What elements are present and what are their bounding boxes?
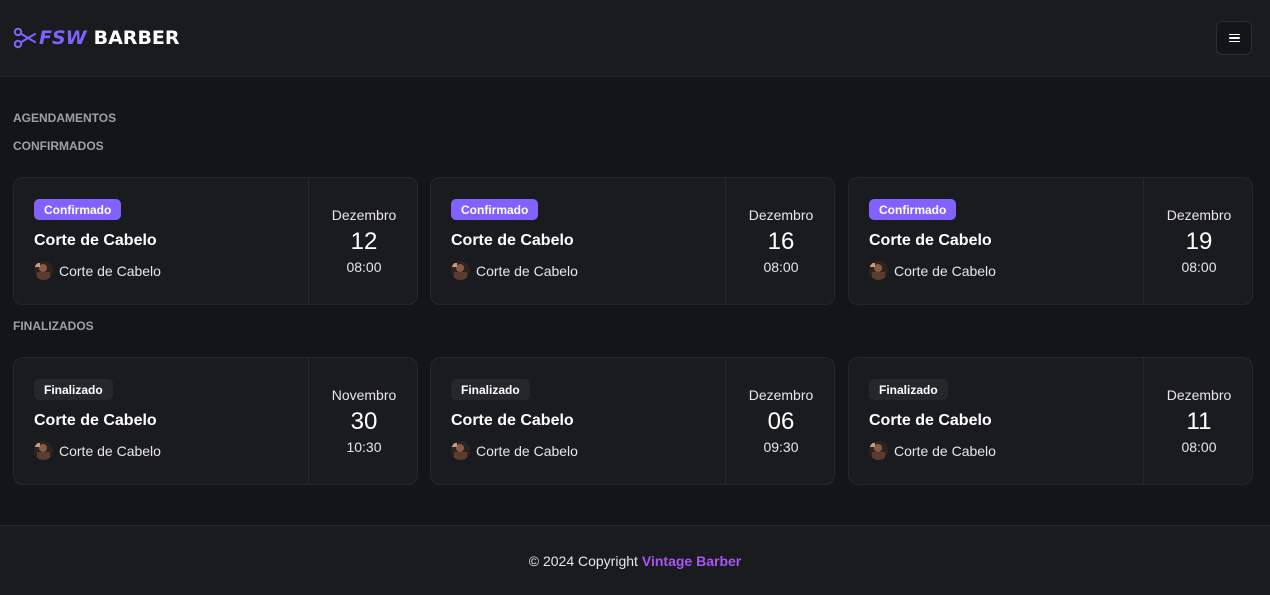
- status-badge: Confirmado: [451, 199, 539, 220]
- booking-month: Novembro: [331, 387, 397, 403]
- logo[interactable]: FSW BARBER: [13, 26, 180, 50]
- booking-month: Dezembro: [748, 207, 814, 223]
- footer: © 2024 Copyright Vintage Barber: [0, 525, 1270, 595]
- booking-card[interactable]: Confirmado Corte de Cabelo Corte de Cabe…: [848, 177, 1253, 305]
- booking-time: 08:00: [1181, 439, 1217, 455]
- barbershop-name: Corte de Cabelo: [476, 442, 578, 459]
- booking-month: Dezembro: [331, 207, 397, 223]
- booking-day: 19: [1185, 228, 1213, 255]
- booking-card[interactable]: Finalizado Corte de Cabelo Corte de Cabe…: [13, 357, 418, 485]
- booking-day: 11: [1186, 408, 1212, 435]
- barbershop-name: Corte de Cabelo: [476, 262, 578, 279]
- booking-day: 12: [350, 228, 378, 255]
- logo-fsw-text: FSW: [39, 27, 87, 49]
- booking-card[interactable]: Finalizado Corte de Cabelo Corte de Cabe…: [430, 357, 835, 485]
- booking-card[interactable]: Confirmado Corte de Cabelo Corte de Cabe…: [13, 177, 418, 305]
- barbershop-name: Corte de Cabelo: [894, 442, 996, 459]
- status-badge: Confirmado: [34, 199, 122, 220]
- booking-day: 30: [350, 408, 378, 435]
- booking-day: 16: [767, 228, 795, 255]
- booking-month: Dezembro: [1166, 207, 1232, 223]
- finished-section-title: FINALIZADOS: [13, 319, 94, 333]
- booking-time: 10:30: [346, 439, 382, 455]
- status-badge: Finalizado: [869, 379, 948, 400]
- status-badge: Confirmado: [869, 199, 957, 220]
- barbershop-name: Corte de Cabelo: [894, 262, 996, 279]
- confirmed-section-title: CONFIRMADOS: [13, 139, 104, 153]
- service-name: Corte de Cabelo: [451, 412, 574, 429]
- status-badge: Finalizado: [451, 379, 530, 400]
- avatar: [869, 261, 888, 280]
- header: FSW BARBER: [0, 0, 1270, 77]
- footer-brand-link[interactable]: Vintage Barber: [642, 553, 741, 569]
- service-name: Corte de Cabelo: [869, 232, 992, 249]
- service-name: Corte de Cabelo: [869, 412, 992, 429]
- barbershop-name: Corte de Cabelo: [59, 262, 161, 279]
- scissors-icon: [13, 27, 37, 49]
- booking-card[interactable]: Finalizado Corte de Cabelo Corte de Cabe…: [848, 357, 1253, 485]
- service-name: Corte de Cabelo: [34, 232, 157, 249]
- menu-button[interactable]: [1216, 21, 1252, 55]
- booking-time: 08:00: [763, 259, 799, 275]
- service-name: Corte de Cabelo: [451, 232, 574, 249]
- booking-time: 09:30: [763, 439, 799, 455]
- hamburger-menu-icon: [1228, 33, 1240, 43]
- booking-time: 08:00: [346, 259, 382, 275]
- avatar: [451, 441, 470, 460]
- status-badge: Finalizado: [34, 379, 113, 400]
- service-name: Corte de Cabelo: [34, 412, 157, 429]
- avatar: [34, 261, 53, 280]
- booking-time: 08:00: [1181, 259, 1217, 275]
- page-title: AGENDAMENTOS: [13, 111, 117, 125]
- booking-card[interactable]: Confirmado Corte de Cabelo Corte de Cabe…: [430, 177, 835, 305]
- booking-day: 06: [767, 408, 795, 435]
- booking-month: Dezembro: [748, 387, 814, 403]
- avatar: [869, 441, 888, 460]
- avatar: [34, 441, 53, 460]
- avatar: [451, 261, 470, 280]
- logo-barber-text: BARBER: [93, 27, 180, 49]
- booking-month: Dezembro: [1166, 387, 1232, 403]
- barbershop-name: Corte de Cabelo: [59, 442, 161, 459]
- copyright-text: © 2024 Copyright: [528, 552, 638, 569]
